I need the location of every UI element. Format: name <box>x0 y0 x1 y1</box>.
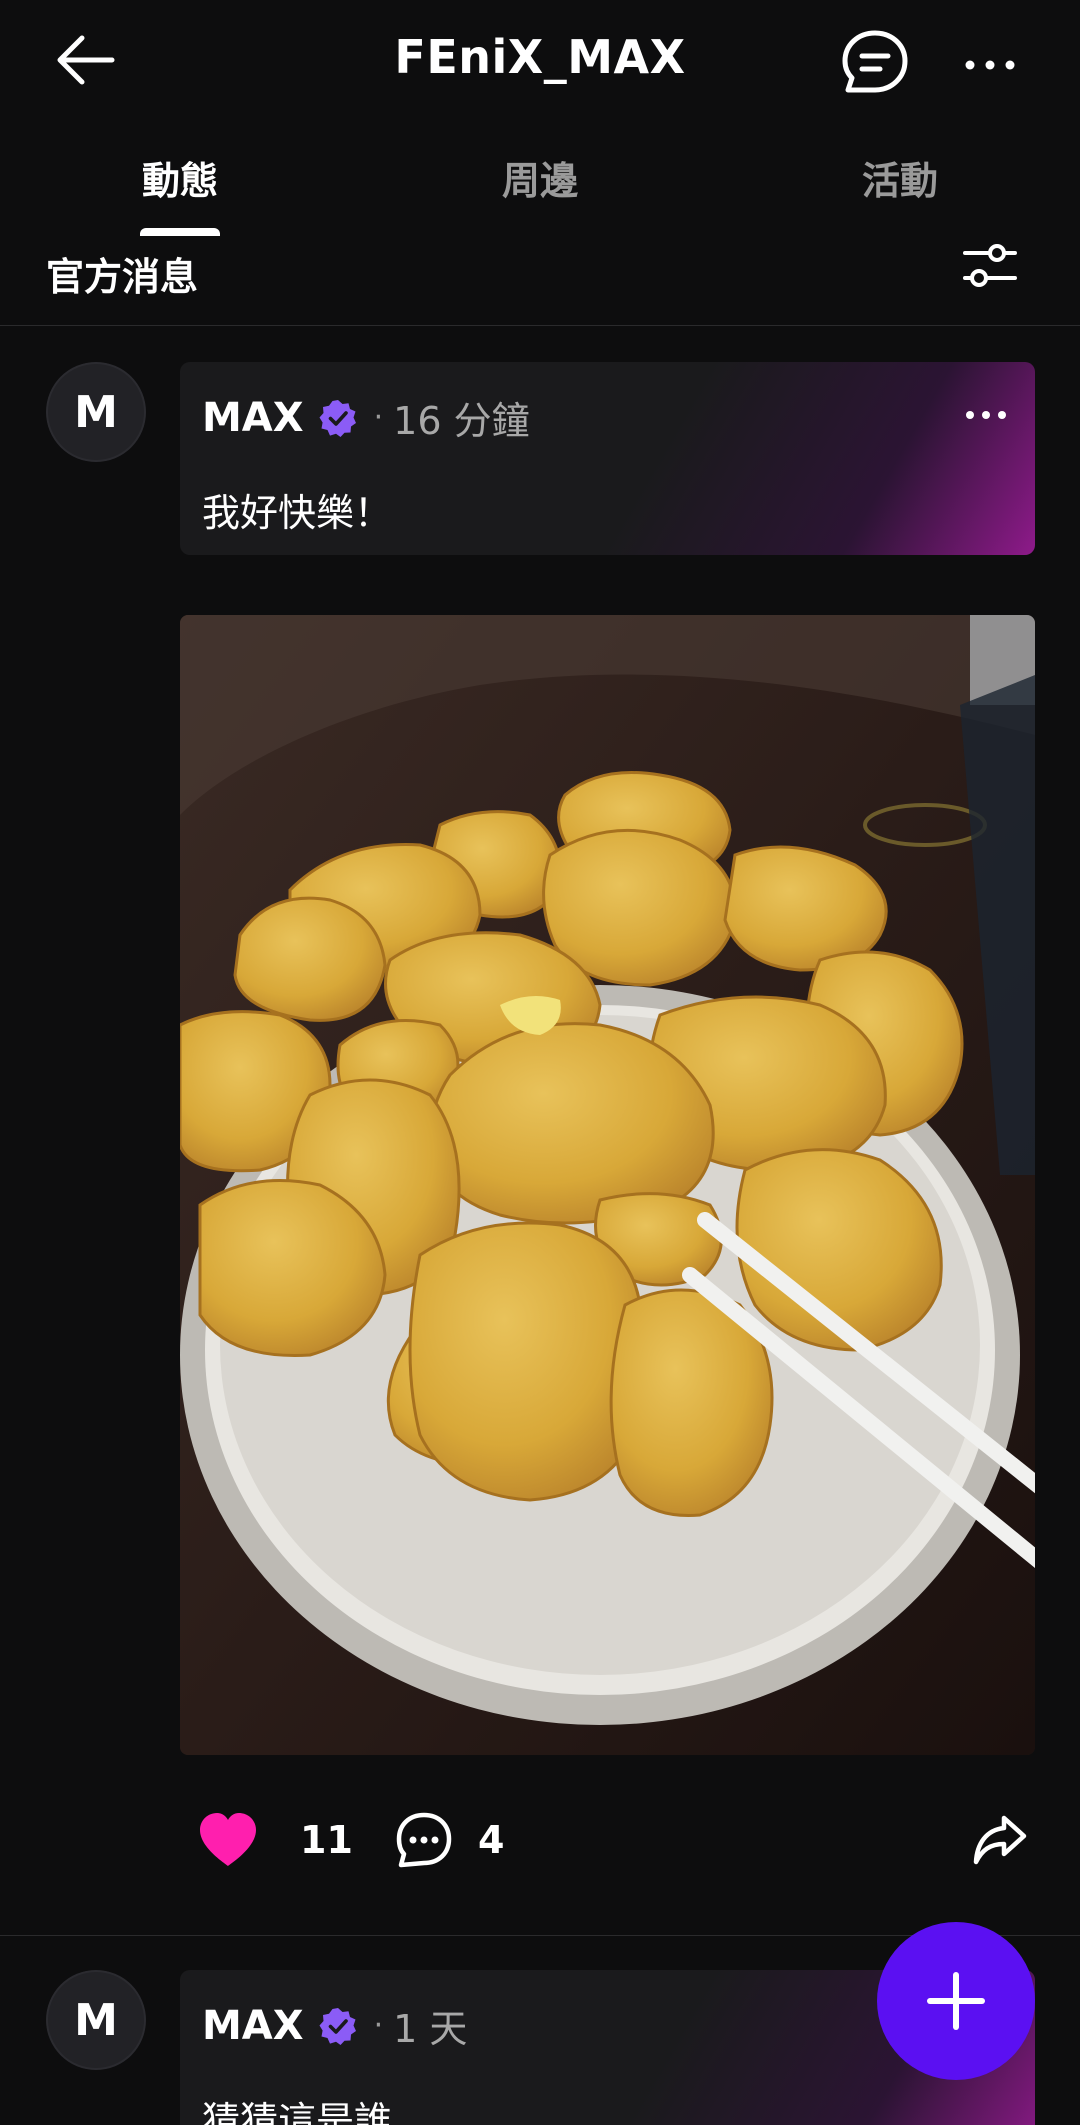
post-author[interactable]: MAX <box>202 395 304 441</box>
tab-events[interactable]: 活動 <box>800 150 1000 240</box>
tab-active-indicator <box>140 228 220 236</box>
comment-icon <box>396 1812 452 1868</box>
post-author[interactable]: MAX <box>202 2003 304 2049</box>
post-image[interactable] <box>180 615 1035 1755</box>
post-header: MAX · 16 分鐘 <box>202 390 530 445</box>
share-icon <box>973 1815 1027 1865</box>
tab-activity[interactable]: 動態 <box>80 150 280 240</box>
plus-icon <box>927 1972 985 2030</box>
comment-count: 4 <box>478 1818 505 1862</box>
like-button[interactable] <box>196 1810 260 1870</box>
comment-button[interactable] <box>394 1810 454 1870</box>
post-more-button[interactable] <box>961 400 1011 430</box>
verified-badge-icon <box>319 2007 356 2045</box>
chat-bubble-icon <box>842 30 908 93</box>
section-header: 官方消息 <box>0 240 1080 326</box>
tab-merch[interactable]: 周邊 <box>440 150 640 240</box>
post-timestamp: 16 分鐘 <box>393 399 530 443</box>
share-button[interactable] <box>972 1814 1028 1866</box>
page-title: FEniX_MAX <box>394 30 686 84</box>
filter-button[interactable] <box>955 240 1025 300</box>
like-count: 11 <box>300 1818 353 1862</box>
post-card[interactable]: MAX · 16 分鐘 我好快樂！ <box>180 362 1035 555</box>
more-dots-icon <box>965 60 1015 70</box>
avatar[interactable]: M <box>46 1970 146 2070</box>
separator-dot: · <box>373 2008 384 2043</box>
avatar-ring <box>46 1970 146 2070</box>
avatar-ring <box>46 362 146 462</box>
heart-icon <box>200 1813 256 1866</box>
top-bar: FEniX_MAX <box>0 0 1080 130</box>
chicken-nuggets-photo <box>180 615 1035 1755</box>
chat-button[interactable] <box>840 28 910 98</box>
post-text: 猜猜這是誰 <box>202 2099 393 2125</box>
more-options-button[interactable] <box>960 40 1020 90</box>
section-title: 官方消息 <box>46 255 199 299</box>
create-post-button[interactable] <box>877 1922 1035 2080</box>
post-text: 我好快樂！ <box>202 491 393 535</box>
verified-badge-icon <box>319 399 356 437</box>
back-button[interactable] <box>50 30 130 90</box>
back-arrow-icon <box>57 35 115 85</box>
separator-dot: · <box>373 400 384 435</box>
tab-bar: 動態 周邊 活動 <box>0 150 1080 240</box>
post-header: MAX · 1 天 <box>202 1998 467 2053</box>
post-timestamp: 1 天 <box>393 2007 468 2051</box>
avatar[interactable]: M <box>46 362 146 462</box>
post-actions: 11 4 <box>0 1810 1080 1890</box>
filter-sliders-icon <box>963 244 1017 287</box>
more-dots-icon <box>966 411 1006 419</box>
